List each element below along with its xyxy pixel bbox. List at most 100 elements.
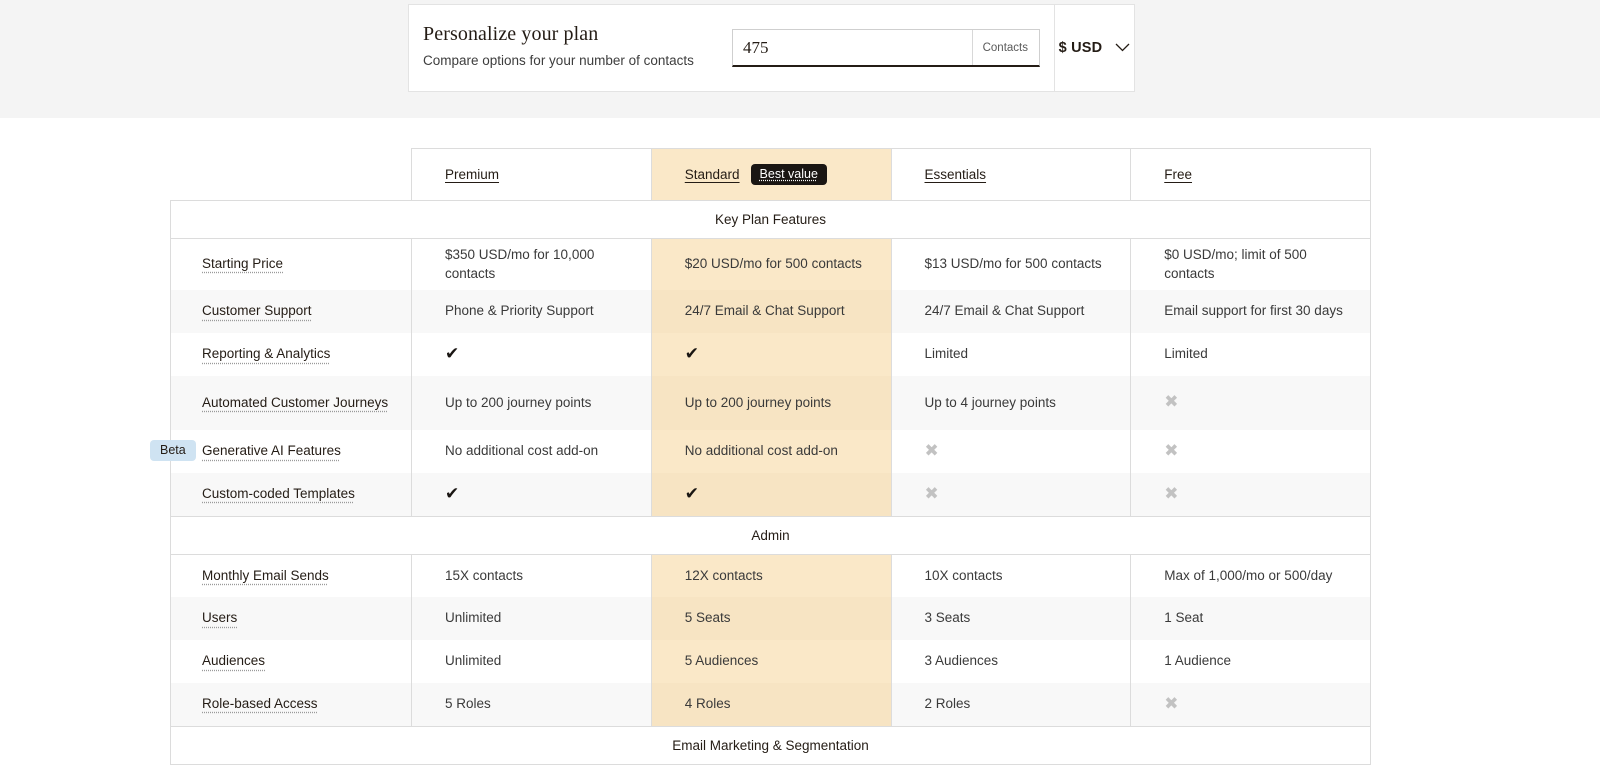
table-row: Generative AI Features No additional cost… — [171, 430, 1371, 473]
feature-label-cell: Automated Customer Journeys — [171, 376, 412, 430]
plan-value-text: $20 USD/mo for 500 contacts — [685, 256, 862, 271]
plan-name-link[interactable]: Essentials — [925, 167, 987, 182]
plan-value-text: Up to 200 journey points — [445, 395, 591, 410]
plan-value-text: Email support for first 30 days — [1164, 303, 1343, 318]
feature-label[interactable]: Monthly Email Sends — [202, 568, 329, 583]
feature-label-cell: Reporting & Analytics — [171, 333, 412, 376]
plan-value-cell: No additional cost add-on — [412, 430, 652, 473]
beta-badge: Beta — [150, 440, 196, 461]
plan-value-text: Unlimited — [445, 610, 501, 625]
section-header-row: Key Plan Features — [171, 201, 1371, 239]
plan-header-essentials: Essentials — [891, 149, 1131, 201]
plan-value-cell: 5 Roles — [412, 683, 652, 726]
plan-value-cell: Up to 4 journey points — [891, 376, 1131, 430]
contacts-field[interactable]: Contacts — [732, 29, 1040, 67]
plan-value-cell: 3 Audiences — [891, 640, 1131, 683]
plan-value-text: 5 Audiences — [685, 653, 759, 668]
plan-value-text: No additional cost add-on — [445, 443, 598, 458]
contacts-unit-label: Contacts — [972, 30, 1039, 65]
plan-value-cell: Unlimited — [412, 640, 652, 683]
table-body: Premium Standard Best value Essentials Free K… — [171, 149, 1371, 765]
plan-value-text: Up to 4 journey points — [925, 395, 1056, 410]
plan-value-cell: 3 Seats — [891, 597, 1131, 640]
plan-comparison-table: Premium Standard Best value Essentials Free K… — [170, 148, 1370, 765]
table-row: Monthly Email Sends 15X contacts 12X conta… — [171, 554, 1371, 597]
feature-label[interactable]: Generative AI Features — [202, 443, 341, 458]
plan-value-text: No additional cost add-on — [685, 443, 838, 458]
plan-value-cell: ✖ — [891, 430, 1131, 473]
plan-value-cell: ✖ — [891, 473, 1131, 516]
plan-name-link[interactable]: Premium — [445, 167, 499, 182]
feature-label-cell: Monthly Email Sends — [171, 554, 412, 597]
plan-header-standard: Standard Best value — [651, 149, 891, 201]
plan-value-cell: Limited — [1131, 333, 1371, 376]
plan-value-cell: Email support for first 30 days — [1131, 290, 1371, 333]
table-row: Starting Price $350 USD/mo for 10,000 con… — [171, 239, 1371, 291]
feature-label[interactable]: Reporting & Analytics — [202, 346, 330, 361]
feature-label-cell: Role-based Access — [171, 683, 412, 726]
check-icon: ✔ — [685, 484, 699, 503]
plan-value-cell: $350 USD/mo for 10,000 contacts — [412, 239, 652, 291]
feature-label[interactable]: Starting Price — [202, 256, 283, 271]
plan-header-free: Free — [1131, 149, 1371, 201]
plan-value-cell: 1 Seat — [1131, 597, 1371, 640]
plan-value-text: 24/7 Email & Chat Support — [685, 303, 845, 318]
plan-value-cell: 15X contacts — [412, 554, 652, 597]
plan-value-cell: 5 Seats — [651, 597, 891, 640]
feature-label[interactable]: Role-based Access — [202, 696, 318, 711]
feature-label-cell: Customer Support — [171, 290, 412, 333]
plan-value-text: 10X contacts — [925, 568, 1003, 583]
plan-value-cell: ✔ — [651, 333, 891, 376]
currency-label: $ USD — [1059, 40, 1103, 56]
feature-label[interactable]: Customer Support — [202, 303, 312, 318]
close-icon: ✖ — [1164, 694, 1178, 713]
table-row: Role-based Access 5 Roles 4 Roles 2 Roles ✖ — [171, 683, 1371, 726]
table-row: Automated Customer Journeys Up to 200 jou… — [171, 376, 1371, 430]
feature-label[interactable]: Users — [202, 610, 237, 625]
plan-value-text: 1 Seat — [1164, 610, 1203, 625]
plan-value-cell: $20 USD/mo for 500 contacts — [651, 239, 891, 291]
plan-value-cell: Limited — [891, 333, 1131, 376]
plan-value-text: 3 Seats — [925, 610, 971, 625]
plan-value-cell: ✖ — [1131, 430, 1371, 473]
feature-label-cell: Audiences — [171, 640, 412, 683]
plan-value-text: Phone & Priority Support — [445, 303, 594, 318]
plan-value-text: $13 USD/mo for 500 contacts — [925, 256, 1102, 271]
close-icon: ✖ — [1164, 484, 1178, 503]
close-icon: ✖ — [925, 484, 939, 503]
plan-value-cell: 24/7 Email & Chat Support — [651, 290, 891, 333]
table-row: Users Unlimited 5 Seats 3 Seats 1 Seat — [171, 597, 1371, 640]
plan-value-cell: Unlimited — [412, 597, 652, 640]
plan-name-link[interactable]: Standard — [685, 167, 740, 182]
currency-selector[interactable]: $ USD — [1054, 5, 1134, 91]
plan-value-text: 1 Audience — [1164, 653, 1231, 668]
close-icon: ✖ — [925, 441, 939, 460]
personalize-text-block: Personalize your plan Compare options fo… — [409, 5, 732, 91]
plan-value-cell: 10X contacts — [891, 554, 1131, 597]
plan-value-text: 4 Roles — [685, 696, 731, 711]
plan-value-cell: $13 USD/mo for 500 contacts — [891, 239, 1131, 291]
feature-label-cell: Custom-coded Templates — [171, 473, 412, 516]
personalize-title: Personalize your plan — [423, 23, 732, 46]
plan-value-text: Limited — [1164, 346, 1208, 361]
plan-value-cell: 2 Roles — [891, 683, 1131, 726]
plan-value-cell: 4 Roles — [651, 683, 891, 726]
plan-value-cell: Max of 1,000/mo or 500/day — [1131, 554, 1371, 597]
feature-label[interactable]: Custom-coded Templates — [202, 486, 355, 501]
feature-label[interactable]: Audiences — [202, 653, 265, 668]
plan-value-cell: ✖ — [1131, 376, 1371, 430]
plan-value-text: $350 USD/mo for 10,000 contacts — [445, 247, 594, 281]
table-header-row: Premium Standard Best value Essentials Free — [171, 149, 1371, 201]
plan-value-text: Up to 200 journey points — [685, 395, 831, 410]
feature-label[interactable]: Automated Customer Journeys — [202, 395, 388, 410]
close-icon: ✖ — [1164, 392, 1178, 411]
plan-value-text: 5 Seats — [685, 610, 731, 625]
close-icon: ✖ — [1164, 441, 1178, 460]
plan-value-text: 15X contacts — [445, 568, 523, 583]
plan-value-cell: 1 Audience — [1131, 640, 1371, 683]
best-value-badge: Best value — [751, 164, 827, 185]
contacts-input[interactable] — [733, 30, 972, 65]
plan-name-link[interactable]: Free — [1164, 167, 1192, 182]
plan-value-text: 12X contacts — [685, 568, 763, 583]
header-spacer — [171, 149, 412, 201]
